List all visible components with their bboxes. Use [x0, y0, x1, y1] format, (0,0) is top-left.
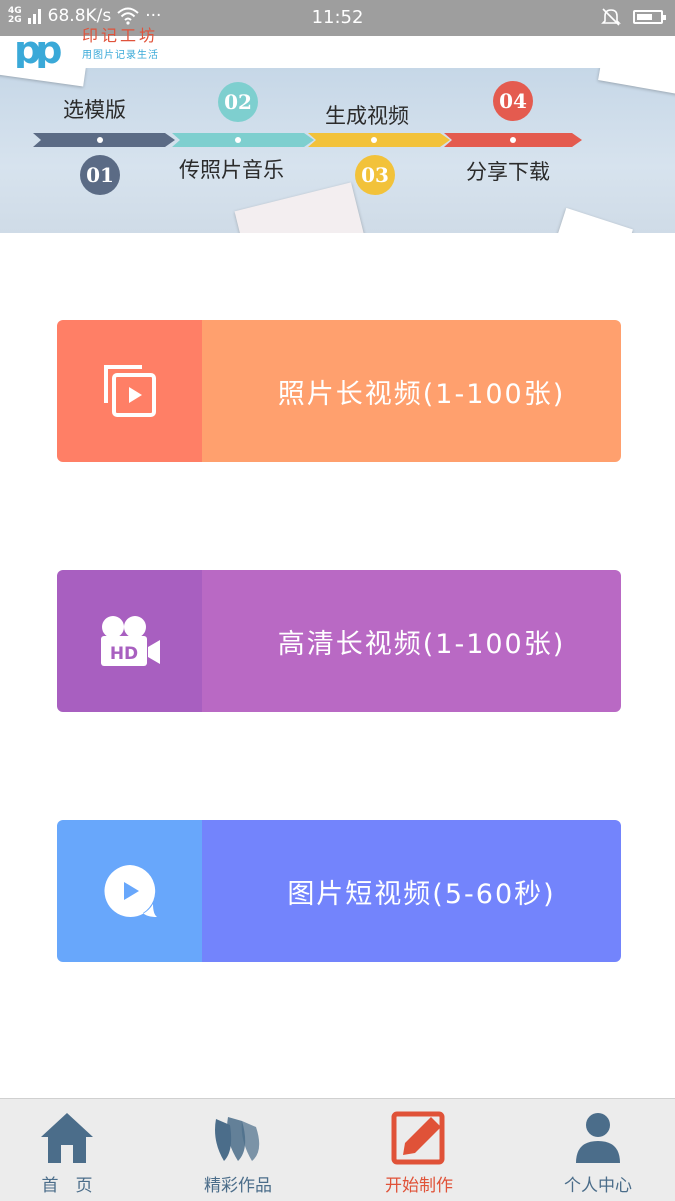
play-bubble-icon: [103, 865, 157, 917]
step-1-label: 选模版: [63, 98, 126, 122]
photo-video-icon: [103, 365, 156, 417]
app-logo-mark: pp: [14, 28, 62, 72]
card-icon-area: [57, 320, 202, 462]
step-4-label: 分享下载: [466, 160, 550, 184]
decor-photo: [557, 207, 633, 233]
decor-photo: [234, 182, 366, 233]
step-dot: [97, 137, 103, 143]
card-label: 高清长视频(1-100张): [202, 570, 621, 712]
app-logo-text: 印记工坊 用图片记录生活: [82, 22, 159, 61]
home-icon: [41, 1113, 93, 1163]
step-4-badge: 04: [493, 81, 533, 121]
tab-works-label: 精彩作品: [204, 1176, 272, 1196]
bell-muted-icon: [601, 8, 621, 26]
steps-banner: 选模版 01 02 传照片音乐 生成视频 03 04 分享下载: [0, 68, 675, 233]
step-3-label: 生成视频: [325, 104, 409, 128]
tab-home[interactable]: 首 页: [0, 1099, 151, 1201]
works-icon: [215, 1117, 260, 1161]
tab-create-label: 开始制作: [385, 1176, 453, 1196]
step-dot: [510, 137, 516, 143]
user-icon: [576, 1113, 620, 1163]
bottom-tab-bar: 首 页 精彩作品 开始制作 个人中心: [0, 1098, 675, 1201]
step-dot: [371, 137, 377, 143]
svg-text:HD: HD: [109, 644, 137, 664]
step-3-badge: 03: [355, 155, 395, 195]
card-label: 图片短视频(5-60秒): [202, 820, 621, 962]
tab-create[interactable]: 开始制作: [335, 1099, 503, 1201]
step-2-label: 传照片音乐: [179, 158, 284, 182]
tab-works[interactable]: 精彩作品: [154, 1099, 322, 1201]
step-dot: [235, 137, 241, 143]
hd-camera-icon: HD: [100, 616, 160, 666]
battery-icon: [633, 10, 666, 24]
decor-photo: [598, 68, 675, 96]
tab-profile[interactable]: 个人中心: [514, 1099, 675, 1201]
tab-home-label: 首 页: [41, 1176, 93, 1196]
step-arrow-3: [308, 133, 450, 147]
photo-long-video-button[interactable]: 照片长视频(1-100张): [57, 320, 621, 462]
hd-long-video-button[interactable]: HD 高清长视频(1-100张): [57, 570, 621, 712]
card-icon-area: [57, 820, 202, 962]
app-logo-title: 印记工坊: [82, 26, 159, 45]
card-label: 照片长视频(1-100张): [202, 320, 621, 462]
decor-photo: [0, 68, 86, 87]
step-arrow-1: [33, 133, 175, 147]
step-arrow-2: [172, 133, 314, 147]
short-video-button[interactable]: 图片短视频(5-60秒): [57, 820, 621, 962]
status-right: [601, 7, 666, 27]
edit-icon: [391, 1111, 445, 1165]
step-1-badge: 01: [80, 155, 120, 195]
card-icon-area: HD: [57, 570, 202, 712]
app-logo-subtitle: 用图片记录生活: [82, 50, 159, 61]
tab-profile-label: 个人中心: [564, 1176, 632, 1196]
battery-level: [637, 14, 652, 20]
step-2-badge: 02: [218, 82, 258, 122]
app-header: pp 印记工坊 用图片记录生活: [0, 26, 675, 72]
